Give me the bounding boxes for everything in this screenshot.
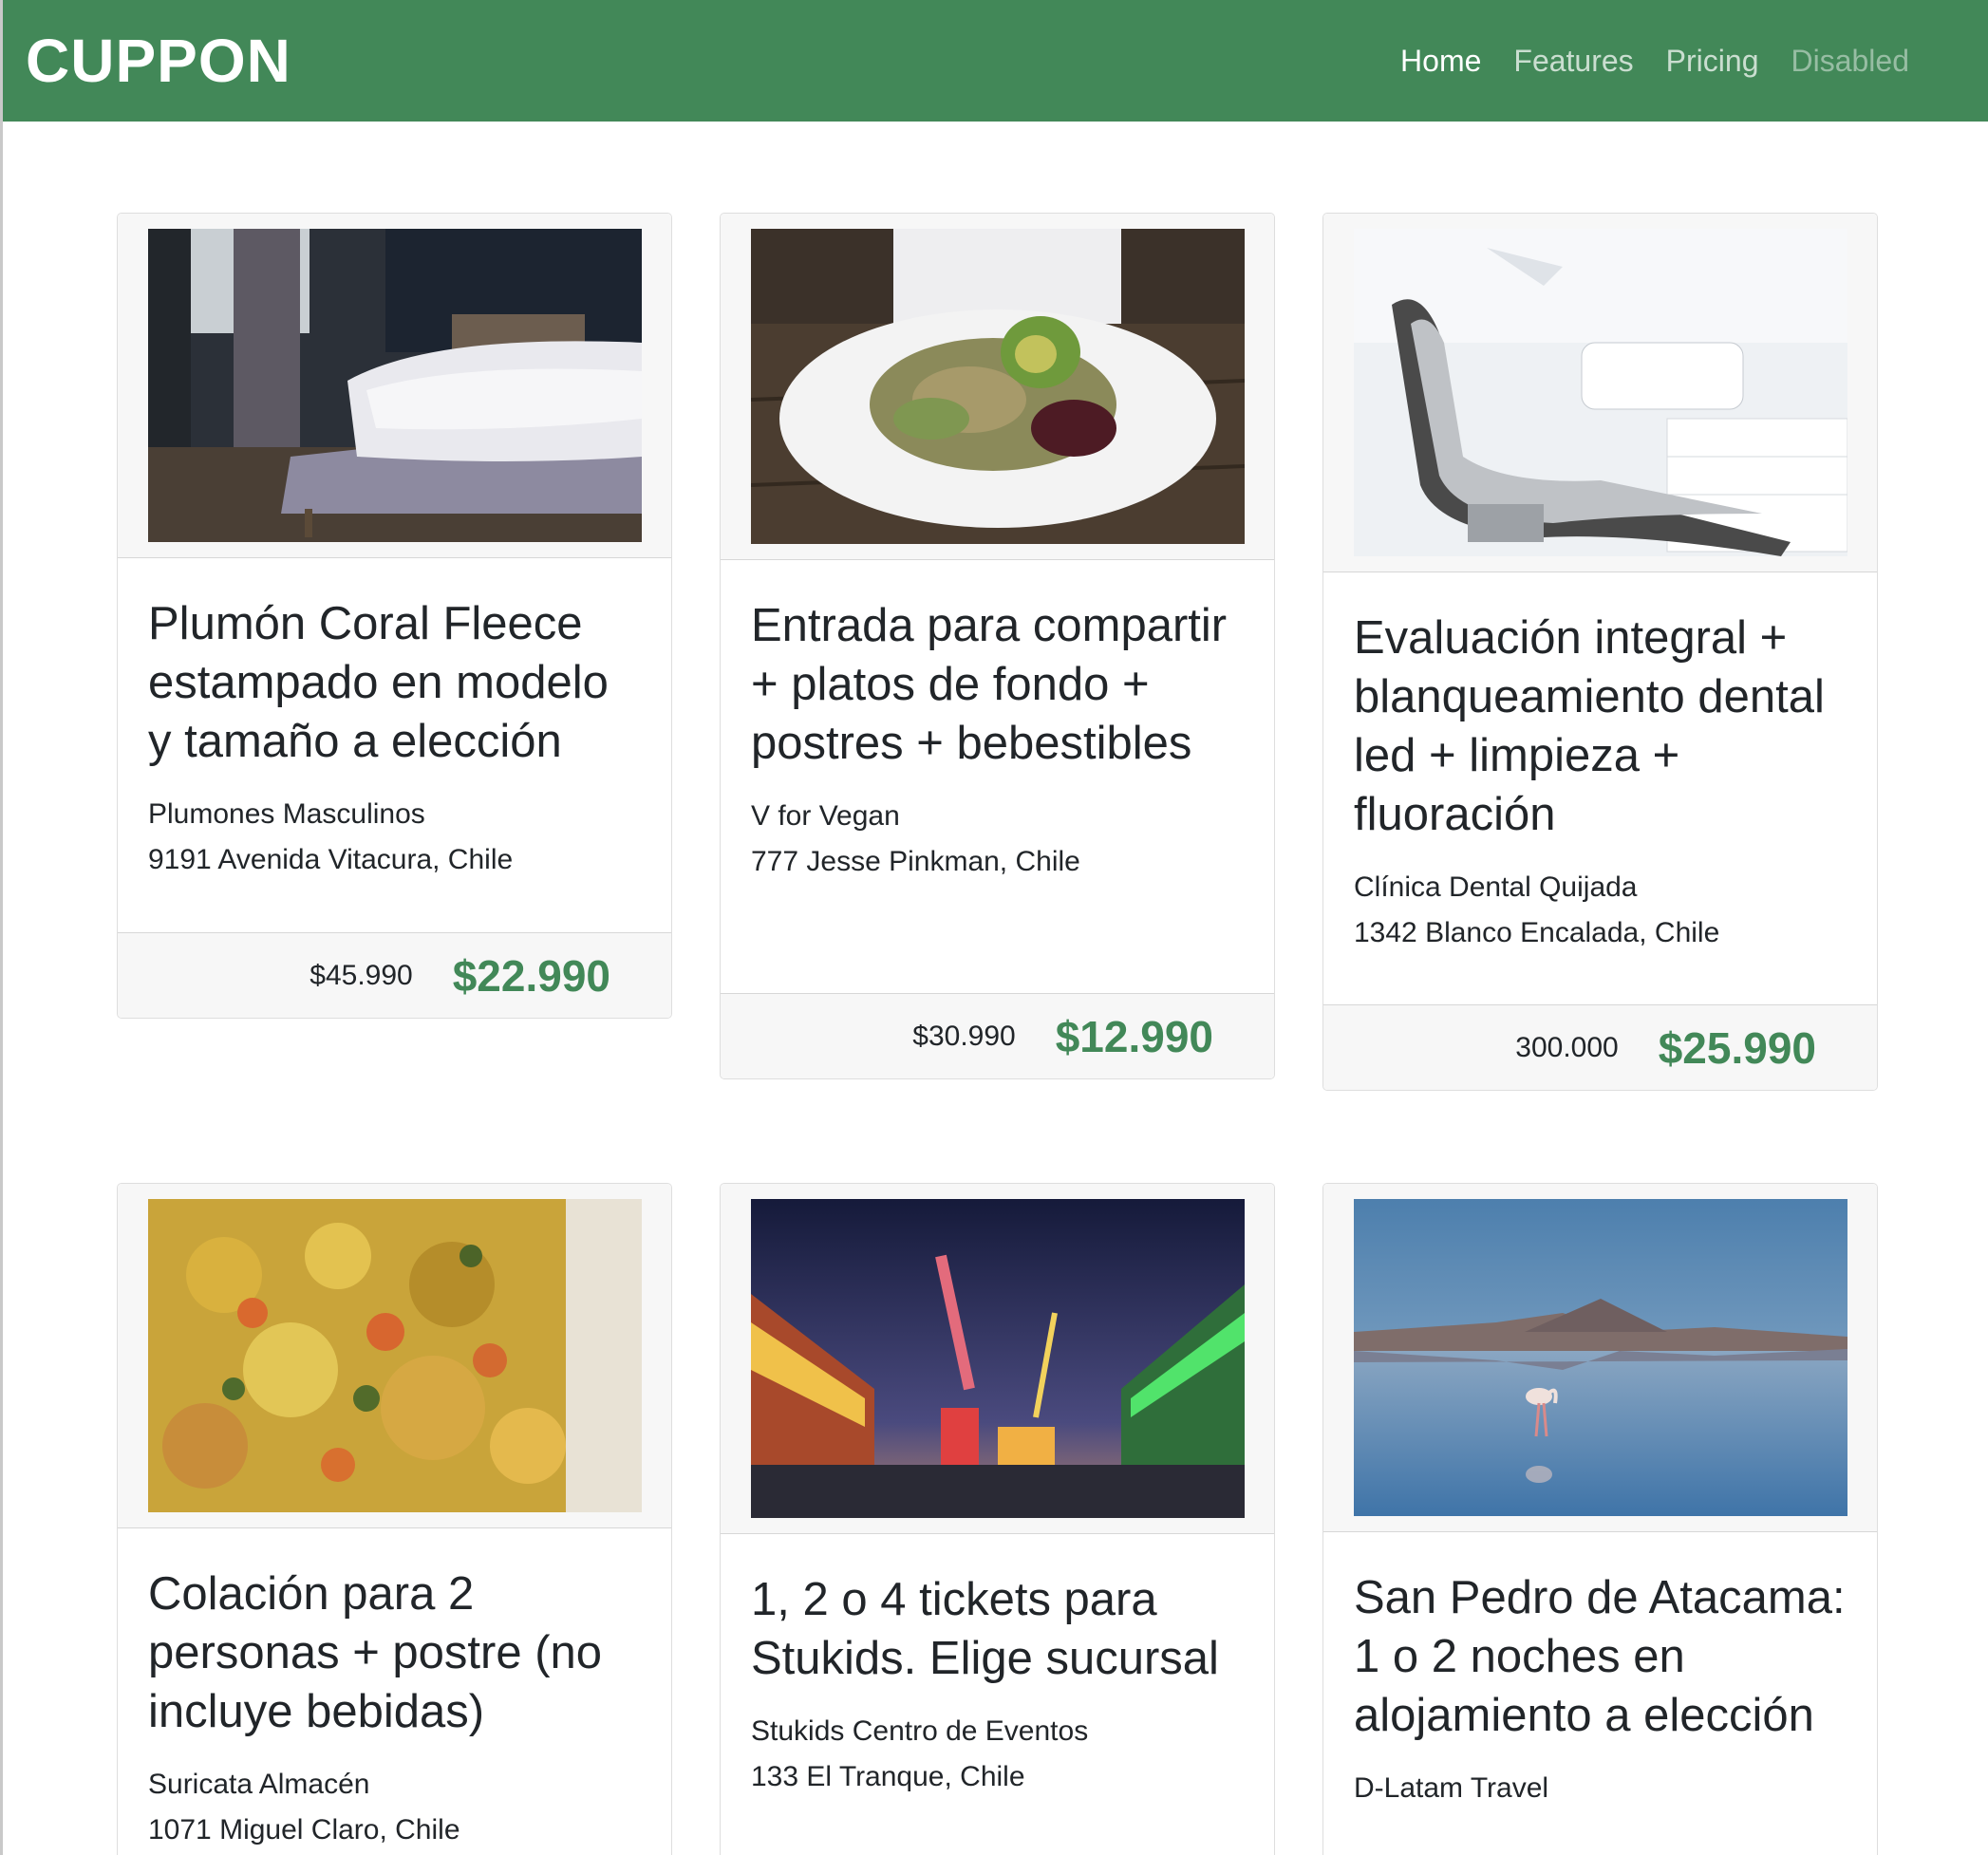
card-address: 133 El Tranque, Chile [751,1761,1025,1792]
fair-night-photo [751,1199,1245,1518]
card-body: 1, 2 o 4 tickets para Stukids. Elige suc… [721,1534,1274,1800]
card-image-header [721,1184,1274,1534]
bedroom-photo [148,229,642,542]
deal-card[interactable]: 1, 2 o 4 tickets para Stukids. Elige suc… [720,1183,1275,1855]
card-title[interactable]: San Pedro de Atacama: 1 o 2 noches en al… [1354,1568,1847,1745]
card-vendor: V for Vegan [751,800,900,832]
card-vendor: Plumones Masculinos [148,798,425,830]
card-title[interactable]: Colación para 2 personas + postre (no in… [148,1565,641,1741]
deal-card[interactable]: Evaluación integral + blanqueamiento den… [1322,213,1878,1091]
card-image-header [1323,214,1877,572]
nav-pricing[interactable]: Pricing [1666,44,1759,79]
card-address: 1071 Miguel Claro, Chile [148,1814,460,1846]
card-address: 1342 Blanco Encalada, Chile [1354,917,1720,948]
flamingo-lake-photo [1354,1199,1847,1516]
card-vendor: Stukids Centro de Eventos [751,1715,1089,1747]
deal-card[interactable]: San Pedro de Atacama: 1 o 2 noches en al… [1322,1183,1878,1855]
card-image-header [118,1184,671,1528]
card-vendor: Suricata Almacén [148,1769,370,1800]
card-body: Plumón Coral Fleece estampado en modelo … [118,558,671,883]
deal-card[interactable]: Entrada para compartir + platos de fondo… [720,213,1275,1079]
card-vendor: D-Latam Travel [1354,1772,1549,1804]
brand-logo[interactable]: CUPPON [26,26,291,96]
card-title[interactable]: Evaluación integral + blanqueamiento den… [1354,609,1847,844]
new-price: $12.990 [1055,1011,1213,1061]
card-footer: $30.990 $12.990 [721,993,1274,1078]
card-vendor: Clínica Dental Quijada [1354,871,1638,903]
card-title[interactable]: Plumón Coral Fleece estampado en modelo … [148,594,641,771]
nav-home[interactable]: Home [1400,44,1481,79]
card-image-header [118,214,671,558]
card-body: San Pedro de Atacama: 1 o 2 noches en al… [1323,1532,1877,1811]
page: CUPPON Home Features Pricing Disabled Pl… [0,0,1988,1855]
nav-features[interactable]: Features [1513,44,1633,79]
deal-card[interactable]: Plumón Coral Fleece estampado en modelo … [117,213,672,1019]
card-body: Entrada para compartir + platos de fondo… [721,560,1274,885]
card-address: 9191 Avenida Vitacura, Chile [148,844,514,875]
card-footer: 300.000 $25.990 [1323,1004,1877,1090]
nav-disabled: Disabled [1791,43,1909,78]
navbar: CUPPON Home Features Pricing Disabled [3,0,1988,122]
vegan-salad-photo [751,229,1245,544]
card-address: 777 Jesse Pinkman, Chile [751,846,1080,877]
card-footer: $45.990 $22.990 [118,932,671,1018]
card-body: Colación para 2 personas + postre (no in… [118,1528,671,1853]
old-price: $30.990 [912,1020,1016,1052]
card-image-header [1323,1184,1877,1532]
card-title[interactable]: 1, 2 o 4 tickets para Stukids. Elige suc… [751,1570,1244,1688]
deal-card[interactable]: Colación para 2 personas + postre (no in… [117,1183,672,1855]
old-price: 300.000 [1515,1031,1619,1063]
card-body: Evaluación integral + blanqueamiento den… [1323,572,1877,956]
new-price: $22.990 [452,950,610,1001]
old-price: $45.990 [309,959,413,991]
card-title[interactable]: Entrada para compartir + platos de fondo… [751,596,1244,773]
food-bowl-photo [148,1199,642,1512]
card-image-header [721,214,1274,560]
new-price: $25.990 [1658,1022,1816,1073]
nav-links: Home Features Pricing Disabled [1400,44,1909,79]
dental-chair-photo [1354,229,1847,556]
